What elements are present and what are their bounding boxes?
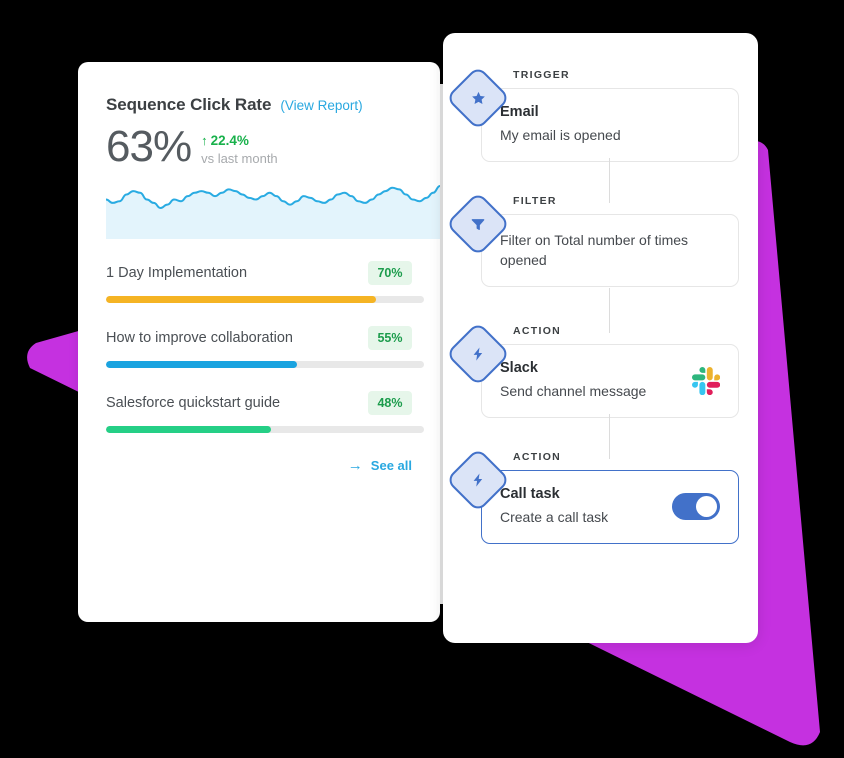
node-kicker: FILTER <box>513 195 557 207</box>
node-description: Create a call task <box>500 509 609 525</box>
node-card[interactable]: Slack Send channel message <box>481 344 739 418</box>
list-item: Salesforce quickstart guide 48% <box>106 391 424 433</box>
workflow-node-filter-1[interactable]: FILTER Filter on Total number of times op… <box>445 191 739 287</box>
node-card-text: Slack Send channel message <box>500 360 692 401</box>
workflow-node-action-3[interactable]: ACTION Call task Create a call task <box>445 447 739 544</box>
slack-logo-icon <box>692 366 720 395</box>
see-all-link[interactable]: → See all <box>78 456 440 473</box>
kpi-comparison-label: vs last month <box>201 151 278 166</box>
node-connector-line <box>609 158 610 203</box>
metrics-card-header: Sequence Click Rate (View Report) <box>78 62 440 115</box>
page-title: Sequence Click Rate <box>106 95 272 114</box>
metric-label: Salesforce quickstart guide <box>106 395 281 411</box>
node-title: Slack <box>500 360 538 376</box>
kpi-delta-value: 22.4% <box>210 133 249 148</box>
progress-track <box>106 426 424 433</box>
metrics-card: Sequence Click Rate (View Report) 63% ↑ … <box>78 62 440 622</box>
node-card-text: Email My email is opened <box>500 104 720 145</box>
node-title: Email <box>500 104 539 120</box>
node-card[interactable]: Email My email is opened <box>481 88 739 162</box>
node-connector-line <box>609 288 610 333</box>
metric-label: How to improve collaboration <box>106 330 293 346</box>
kpi-row: 63% ↑ 22.4% vs last month <box>78 115 440 170</box>
status-badge: 70% <box>368 261 412 285</box>
workflow-node-action-2[interactable]: ACTION Slack Send channel message <box>445 321 739 418</box>
workflow-panel: TRIGGER Email My email is opened FILTER Filt… <box>443 33 758 643</box>
node-kicker: ACTION <box>513 325 562 337</box>
node-title: Call task <box>500 486 560 502</box>
node-description: Send channel message <box>500 383 647 399</box>
progress-fill <box>106 296 377 303</box>
illustration-stage: Sequence Click Rate (View Report) 63% ↑ … <box>0 0 844 758</box>
node-card[interactable]: Filter on Total number of times opened <box>481 214 739 287</box>
sparkline-chart <box>106 182 440 239</box>
list-item: 1 Day Implementation 70% <box>106 261 424 303</box>
node-connector-line <box>609 414 610 459</box>
trend-up-icon: ↑ <box>201 133 208 148</box>
kpi-delta: ↑ 22.4% <box>201 133 278 149</box>
workflow-node-list: TRIGGER Email My email is opened FILTER Filt… <box>443 33 758 643</box>
status-badge: 55% <box>368 326 412 350</box>
arrow-right-icon: → <box>347 457 363 474</box>
list-item: How to improve collaboration 55% <box>106 326 424 368</box>
view-report-link[interactable]: (View Report) <box>280 98 362 113</box>
progress-track <box>106 361 424 368</box>
progress-fill <box>106 426 272 433</box>
node-kicker: ACTION <box>513 451 562 463</box>
toggle-knob <box>696 496 717 517</box>
node-description: Filter on Total number of times opened <box>500 232 689 268</box>
enable-toggle[interactable] <box>672 493 720 520</box>
progress-track <box>106 296 424 303</box>
node-card-text: Call task Create a call task <box>500 486 672 527</box>
node-description: My email is opened <box>500 127 621 143</box>
metric-list: 1 Day Implementation 70% How to improve co… <box>78 239 424 433</box>
node-card-text: Filter on Total number of times opened <box>500 230 720 270</box>
node-kicker: TRIGGER <box>513 69 570 81</box>
kpi-value: 63% <box>106 122 192 171</box>
workflow-node-trigger-0[interactable]: TRIGGER Email My email is opened <box>445 65 739 162</box>
node-card[interactable]: Call task Create a call task <box>481 470 739 544</box>
status-badge: 48% <box>368 391 412 415</box>
progress-fill <box>106 361 297 368</box>
see-all-label: See all <box>370 458 412 473</box>
metric-label: 1 Day Implementation <box>106 265 248 281</box>
